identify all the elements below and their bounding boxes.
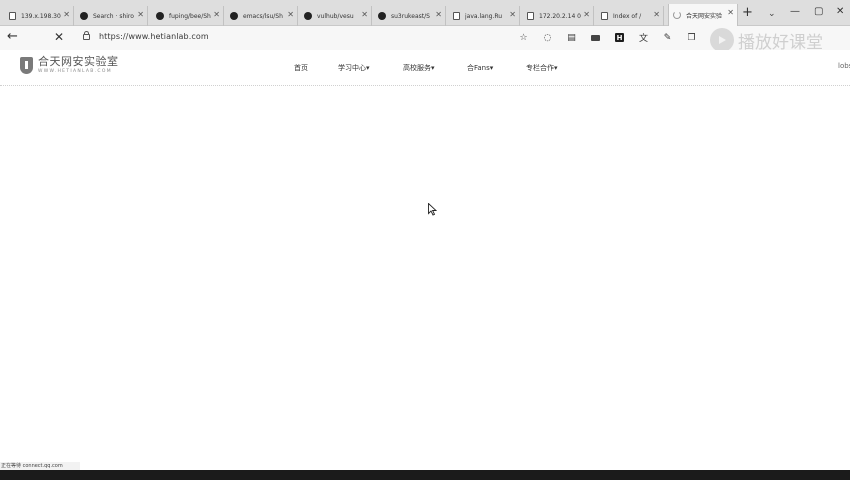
status-bar: 正在等待 connect.qq.com (0, 462, 80, 470)
extension-icon[interactable] (590, 32, 601, 43)
github-icon (80, 12, 88, 20)
close-icon[interactable]: ✕ (287, 10, 294, 19)
nav-home[interactable]: 首页 (294, 63, 308, 73)
close-icon[interactable]: ✕ (435, 10, 442, 19)
stop-loading-icon[interactable]: ✕ (54, 30, 64, 44)
watermark-text: 播放好课堂 (738, 32, 823, 53)
page-icon (600, 12, 608, 20)
tab-9-active[interactable]: 合天网安实验 ✕ (668, 4, 738, 26)
tab-4[interactable]: vulhub/vesu ✕ (300, 6, 372, 26)
logo-subtitle: WWW.HETIANLAB.COM (38, 69, 112, 74)
tab-title: su3rukeast/S (391, 12, 430, 20)
nav-university-services[interactable]: 高校服务▾ (403, 63, 435, 73)
github-icon (378, 12, 386, 20)
page-content (0, 87, 850, 460)
nav-column-cooperation[interactable]: 专栏合作▾ (526, 63, 558, 73)
chevron-down-icon[interactable]: ⌄ (768, 9, 776, 19)
lock-icon[interactable] (83, 31, 90, 40)
close-icon[interactable]: ✕ (653, 10, 660, 19)
collections-icon[interactable]: ❐ (686, 32, 697, 43)
nav-learning-center[interactable]: 学习中心▾ (338, 63, 370, 73)
tab-title: 139.x.198.30 (21, 12, 61, 20)
maximize-icon[interactable]: ▢ (814, 6, 823, 17)
tab-1[interactable]: Search · shiro ✕ (76, 6, 148, 26)
tab-8[interactable]: Index of / ✕ (596, 6, 664, 26)
close-icon[interactable]: ✕ (361, 10, 368, 19)
close-icon[interactable]: ✕ (213, 10, 220, 19)
github-icon (156, 12, 164, 20)
tab-title: Search · shiro (93, 12, 134, 20)
browser-tab-strip: 139.x.198.30 ✕ Search · shiro ✕ fuping/b… (0, 0, 850, 26)
page-icon (8, 12, 16, 20)
favorite-star-icon[interactable]: ☆ (518, 32, 529, 43)
tab-7[interactable]: 172.20.2.14 0 ✕ (522, 6, 594, 26)
address-bar[interactable]: https://www.hetianlab.com (99, 32, 209, 41)
new-tab-icon[interactable]: + (742, 6, 753, 20)
tab-title: Index of / (613, 12, 642, 20)
close-icon[interactable]: ✕ (727, 8, 734, 17)
minimize-icon[interactable]: — (790, 6, 800, 17)
translate-icon[interactable]: 文 (638, 32, 649, 44)
tab-title: 合天网安实验 (686, 12, 723, 20)
tab-title: 172.20.2.14 0 (539, 12, 581, 20)
tab-0[interactable]: 139.x.198.30 ✕ (4, 6, 74, 26)
taskbar (0, 470, 850, 480)
tab-3[interactable]: emacs/lsu/Sh ✕ (226, 6, 298, 26)
shield-logo-icon (20, 57, 33, 74)
close-icon[interactable]: ✕ (137, 10, 144, 19)
tab-title: vulhub/vesu (317, 12, 354, 20)
tab-title: emacs/lsu/Sh (243, 12, 283, 20)
loading-icon (673, 11, 681, 19)
logo-name: 合天网安实验室 (38, 55, 119, 68)
edge-text: lobs (838, 62, 850, 70)
window-close-icon[interactable]: ✕ (836, 6, 844, 17)
site-logo[interactable]: 合天网安实验室 WWW.HETIANLAB.COM (20, 55, 119, 75)
tab-title: fuping/bee/Sh (169, 12, 211, 20)
tab-2[interactable]: fuping/bee/Sh ✕ (152, 6, 224, 26)
shield-icon[interactable]: ◌ (542, 32, 553, 43)
tab-6[interactable]: java.lang.Ru ✕ (448, 6, 520, 26)
close-icon[interactable]: ✕ (583, 10, 590, 19)
close-icon[interactable]: ✕ (509, 10, 516, 19)
tab-5[interactable]: su3rukeast/S ✕ (374, 6, 446, 26)
page-icon (526, 12, 534, 20)
github-icon (304, 12, 312, 20)
tab-title: java.lang.Ru (465, 12, 503, 20)
reading-icon[interactable]: ▤ (566, 32, 577, 43)
pen-icon[interactable]: ✎ (662, 32, 673, 43)
back-arrow-icon[interactable]: ← (7, 29, 18, 44)
nav-fans[interactable]: 合Fans▾ (467, 63, 493, 73)
extension-h-icon[interactable]: H (614, 32, 625, 43)
site-header: 合天网安实验室 WWW.HETIANLAB.COM 首页 学习中心▾ 高校服务▾… (0, 50, 850, 86)
github-icon (230, 12, 238, 20)
close-icon[interactable]: ✕ (63, 10, 70, 19)
play-icon (710, 28, 734, 52)
page-icon (452, 12, 460, 20)
